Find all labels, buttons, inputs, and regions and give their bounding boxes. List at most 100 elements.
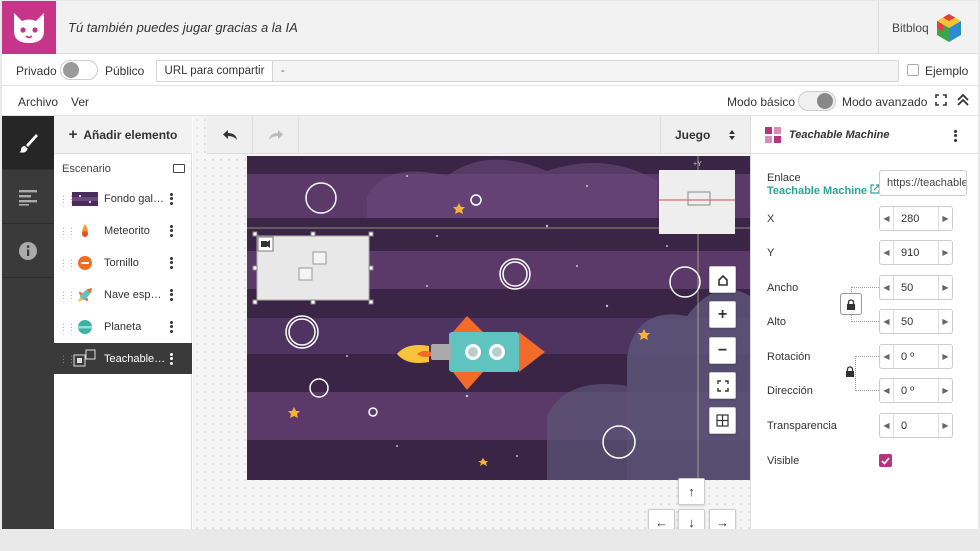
element-name: Planeta (104, 320, 142, 333)
element-name: Fondo galaxia (104, 192, 166, 205)
scenario-screen-icon[interactable] (173, 164, 185, 173)
drag-handle-icon[interactable]: ⋮⋮ (59, 226, 76, 235)
move-right-button[interactable]: → (709, 509, 736, 529)
rotation-stepper[interactable]: ◀ 0 º ▶ (879, 344, 953, 369)
rotation-label: Rotación (767, 351, 811, 363)
left-tool-bar (2, 116, 54, 529)
decrement-icon[interactable]: ◀ (880, 345, 894, 368)
properties-panel: Teachable Machine Enlace Teachable Machi… (750, 116, 978, 529)
drag-handle-icon[interactable]: ⋮⋮ (59, 354, 76, 363)
tab-blocks[interactable] (2, 170, 54, 224)
canvas-area: Juego +Y + − ↑ ← ↓ → (193, 116, 750, 529)
teachable-machine-link[interactable]: Teachable Machine (767, 184, 880, 197)
undo-button[interactable] (207, 116, 253, 154)
width-stepper[interactable]: ◀ 50 ▶ (879, 275, 953, 300)
bitbloq-cat-logo[interactable] (2, 1, 56, 54)
properties-menu-icon[interactable] (954, 128, 957, 143)
decrement-icon[interactable]: ◀ (880, 241, 894, 264)
visible-checkbox[interactable] (879, 454, 892, 467)
menu-file[interactable]: Archivo (18, 95, 58, 109)
screw-thumbnail-icon (72, 254, 98, 272)
teachable-thumbnail-icon (72, 349, 98, 368)
drag-handle-icon[interactable]: ⋮⋮ (59, 322, 76, 331)
increment-icon[interactable]: ▶ (938, 379, 952, 402)
element-row-tornillo[interactable]: ⋮⋮ Tornillo (54, 247, 192, 278)
grid-toggle-button[interactable] (709, 407, 736, 434)
menu-view[interactable]: Ver (71, 95, 89, 109)
element-row-planeta[interactable]: ⋮⋮ Planeta (54, 311, 192, 342)
element-row-fondo[interactable]: ⋮⋮ Fondo galaxia (54, 183, 192, 214)
drag-handle-icon[interactable]: ⋮⋮ (59, 258, 76, 267)
link-url-input[interactable]: https://teachablemachine (879, 170, 967, 196)
decrement-icon[interactable]: ◀ (880, 379, 894, 402)
direction-label: Dirección (767, 385, 813, 397)
element-menu-icon[interactable] (170, 191, 174, 206)
y-stepper[interactable]: ◀ 910 ▶ (879, 240, 953, 265)
element-menu-icon[interactable] (170, 351, 174, 366)
grid-icon (716, 414, 729, 427)
element-row-meteorito[interactable]: ⋮⋮ Meteorito (54, 215, 192, 246)
drag-handle-icon[interactable]: ⋮⋮ (59, 194, 76, 203)
redo-button[interactable] (253, 116, 299, 154)
app-header: Tú también puedes jugar gracias a la IA … (2, 1, 978, 54)
tab-design[interactable] (2, 116, 54, 170)
minus-icon: − (717, 341, 728, 359)
direction-stepper[interactable]: ◀ 0 º ▶ (879, 378, 953, 403)
teachable-machine-widget (252, 231, 374, 305)
aspect-lock-button[interactable] (840, 293, 862, 315)
game-stage[interactable]: +Y (247, 156, 750, 480)
element-name: Meteorito (104, 224, 150, 237)
element-menu-icon[interactable] (170, 319, 174, 334)
element-menu-icon[interactable] (170, 255, 174, 270)
sort-arrows-icon (729, 130, 736, 140)
increment-icon[interactable]: ▶ (938, 414, 952, 437)
zoom-in-button[interactable]: + (709, 301, 736, 328)
zoom-out-button[interactable]: − (709, 337, 736, 364)
planet-thumbnail-icon (72, 318, 98, 336)
visibility-toggle[interactable] (60, 60, 98, 80)
move-left-button[interactable]: ← (648, 509, 675, 529)
increment-icon[interactable]: ▶ (938, 207, 952, 230)
increment-icon[interactable]: ▶ (938, 310, 952, 333)
decrement-icon[interactable]: ◀ (880, 276, 894, 299)
move-down-button[interactable]: ↓ (678, 509, 705, 529)
app-window: Tú también puedes jugar gracias a la IA … (2, 1, 978, 529)
scene-selector-label: Juego (675, 128, 711, 142)
increment-icon[interactable]: ▶ (938, 241, 952, 264)
decrement-icon[interactable]: ◀ (880, 207, 894, 230)
fit-screen-button[interactable] (709, 372, 736, 399)
mode-toggle[interactable] (798, 91, 836, 111)
drag-handle-icon[interactable]: ⋮⋮ (59, 290, 76, 299)
element-row-nave[interactable]: ⋮⋮ Nave espacial (54, 279, 192, 310)
element-menu-icon[interactable] (170, 287, 174, 302)
increment-icon[interactable]: ▶ (938, 345, 952, 368)
home-view-button[interactable] (709, 266, 736, 293)
decrement-icon[interactable]: ◀ (880, 414, 894, 437)
share-url-field[interactable]: URL para compartir - (156, 60, 899, 82)
bitbloq-cube-icon[interactable] (935, 13, 963, 46)
axis-y-label: +Y (693, 161, 702, 168)
decrement-icon[interactable]: ◀ (880, 310, 894, 333)
y-label: Y (767, 247, 775, 259)
tab-info[interactable] (2, 224, 54, 278)
increment-icon[interactable]: ▶ (938, 276, 952, 299)
height-stepper[interactable]: ◀ 50 ▶ (879, 309, 953, 334)
collapse-icon[interactable] (956, 93, 970, 110)
transparency-stepper[interactable]: ◀ 0 ▶ (879, 413, 953, 438)
x-label: X (767, 213, 775, 225)
public-label: Público (105, 64, 145, 78)
example-checkbox[interactable] (907, 64, 919, 76)
scene-selector[interactable]: Juego (660, 116, 750, 154)
move-up-button[interactable]: ↑ (678, 478, 705, 505)
x-stepper[interactable]: ◀ 280 ▶ (879, 206, 953, 231)
project-title[interactable]: Tú también puedes jugar gracias a la IA (68, 20, 298, 35)
element-menu-icon[interactable] (170, 223, 174, 238)
properties-header: Teachable Machine (751, 116, 978, 154)
fullscreen-icon[interactable] (935, 94, 947, 109)
add-element-button[interactable]: + Añadir elemento (54, 116, 192, 154)
rotation-lock-button[interactable] (845, 366, 855, 381)
lock-icon (847, 298, 855, 310)
element-row-teachable[interactable]: ⋮⋮ Teachable Machine (54, 343, 192, 374)
undo-icon (222, 130, 237, 140)
redo-icon (268, 130, 283, 140)
